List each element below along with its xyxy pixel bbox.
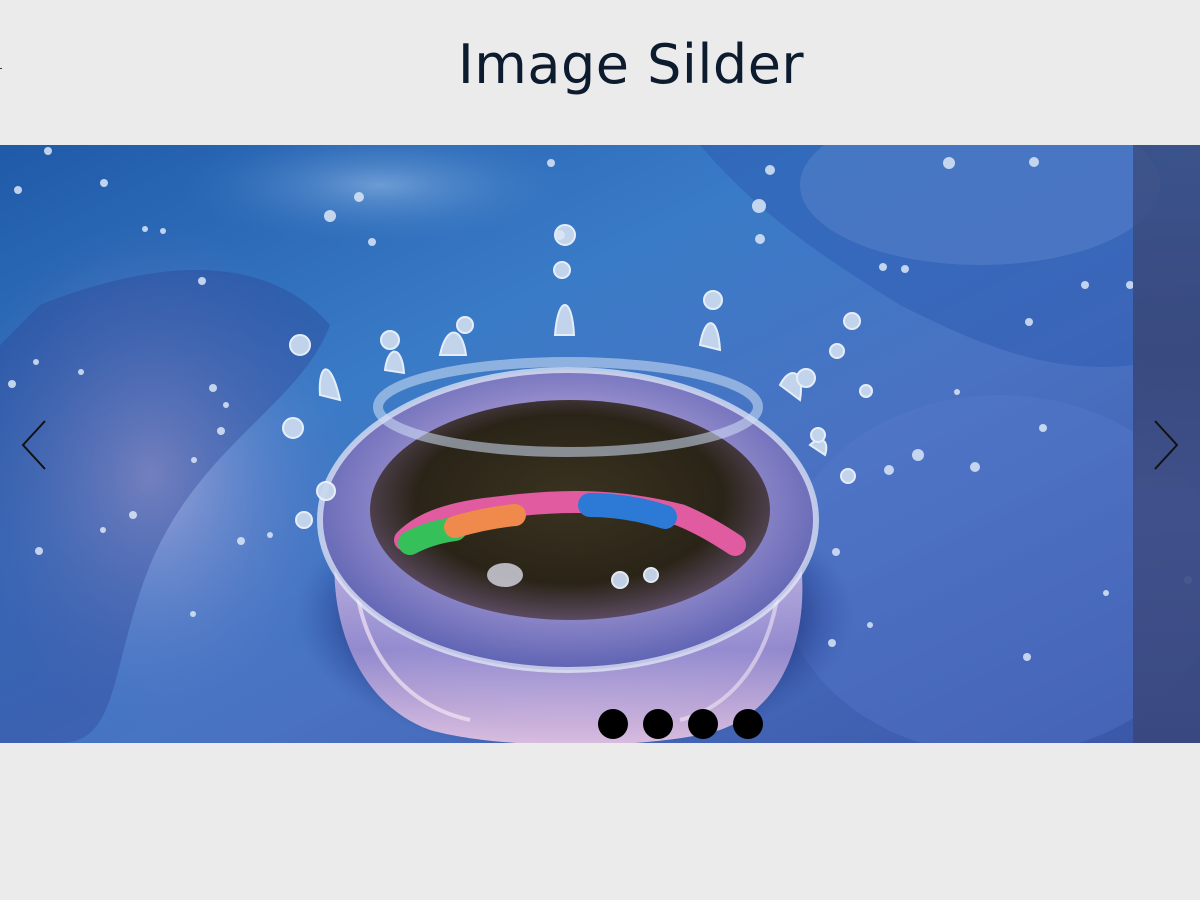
prev-slide-button[interactable]	[14, 415, 54, 475]
slide-dot-3[interactable]	[688, 709, 718, 739]
slide-image	[0, 145, 1200, 743]
slide-indicator-dots	[598, 709, 763, 739]
slide-dot-4[interactable]	[733, 709, 763, 739]
chevron-left-icon	[21, 420, 46, 470]
slide-dot-2[interactable]	[643, 709, 673, 739]
page-title: Image Silder	[457, 33, 805, 96]
page: Image Silder	[0, 0, 1200, 900]
image-slider[interactable]	[0, 145, 1200, 743]
slide-dot-1[interactable]	[598, 709, 628, 739]
next-slide-button[interactable]	[1146, 415, 1186, 475]
chevron-right-icon	[1154, 420, 1179, 470]
